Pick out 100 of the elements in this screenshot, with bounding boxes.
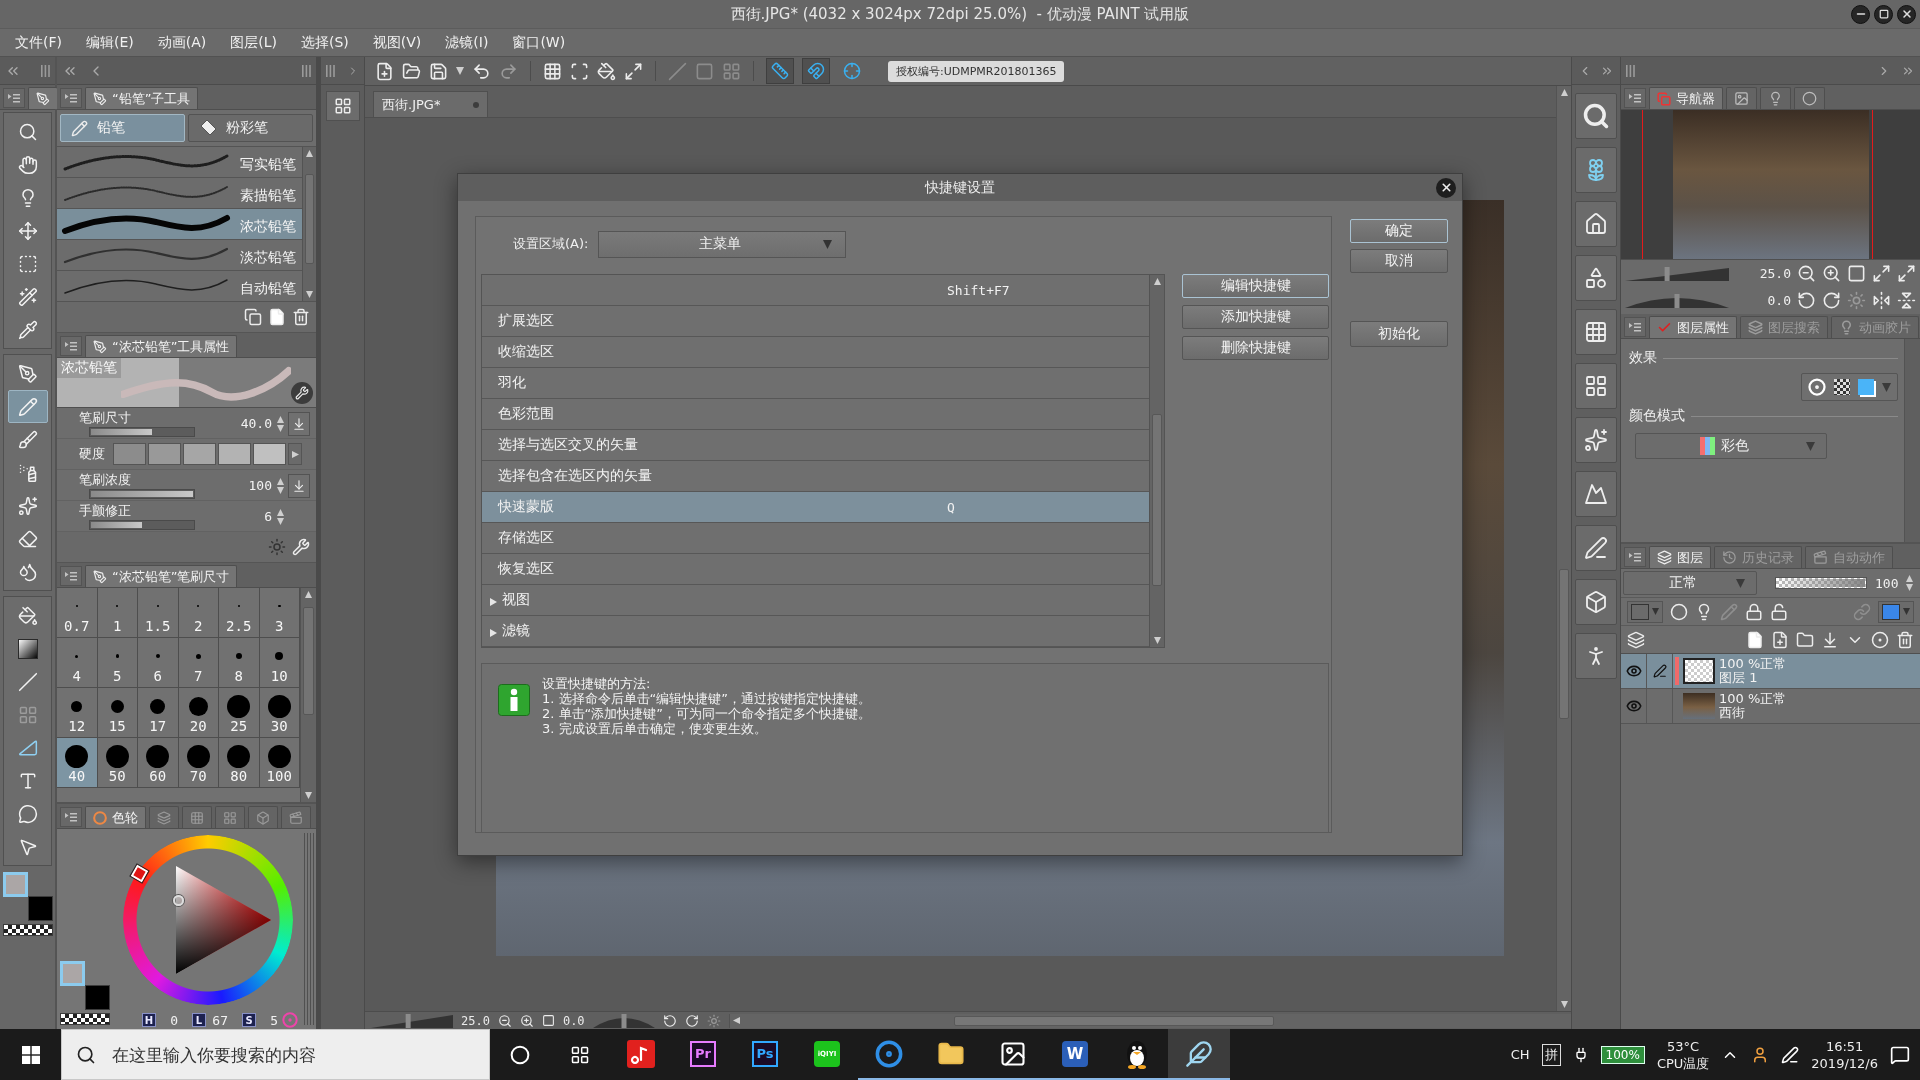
document-tab[interactable]: 西街.JPG* [373,91,488,117]
expand-arrows-icon[interactable] [1897,264,1916,283]
layer-color-select[interactable] [1878,600,1914,623]
brush-size-option[interactable]: 6 [138,638,179,688]
brush-size-option[interactable]: 70 [178,738,219,788]
palette-button[interactable] [1575,255,1617,301]
palette-button[interactable] [1575,93,1617,139]
layer-row[interactable]: 100 %正常 西街 [1621,689,1920,724]
flip-vertical-icon[interactable] [1897,291,1916,310]
palette-button[interactable] [1575,471,1617,517]
panel-menu-button[interactable] [60,88,82,108]
ime-mode-indicator[interactable]: 拼 [1541,1043,1561,1066]
panel-tab[interactable]: 图层 [1649,546,1711,568]
slider-thumb[interactable] [1674,293,1680,308]
panel-tab[interactable] [248,806,278,828]
pen-icon[interactable] [1781,1045,1800,1064]
menu-item[interactable]: 窗口(W) [500,29,578,56]
panel-tab[interactable]: “浓芯铅笔”工具属性 [85,335,238,357]
slider-track[interactable] [89,426,195,437]
brush-item[interactable]: 浓芯铅笔 [57,209,302,240]
grip-icon[interactable] [41,64,50,77]
open-folder-icon[interactable] [402,61,421,81]
blend-mode-select[interactable]: 正常 [1623,571,1757,595]
brush-size-option[interactable]: 17 [138,688,179,738]
scrollbar[interactable] [1556,86,1571,1011]
menu-item[interactable]: 视图(V) [360,29,434,56]
slider-track[interactable] [89,519,195,530]
action-button[interactable]: 删除快捷键 [1182,336,1329,360]
picker-circle-icon[interactable] [172,895,184,906]
tool-group-tab[interactable]: 铅笔 [60,114,185,142]
layer-color-select[interactable] [1627,600,1663,623]
brush-size-option[interactable]: 60 [138,738,179,788]
transparent-swatch[interactable] [3,924,53,936]
palette-button[interactable] [1575,579,1617,625]
grid-icon[interactable] [543,61,562,81]
rotate-right-icon[interactable] [1822,291,1841,310]
scroll-thumb[interactable] [1152,414,1162,586]
pressure-button[interactable] [288,411,310,436]
palette-button[interactable] [1575,147,1617,193]
scroll-thumb[interactable] [305,174,314,264]
maximize-button[interactable] [1874,4,1893,24]
panel-tab[interactable] [215,806,245,828]
palette-button[interactable] [1575,309,1617,355]
taskbar-app-button[interactable]: W [1044,1029,1106,1080]
spinner[interactable] [274,477,286,494]
battery-indicator[interactable]: 100% [1600,1045,1645,1064]
brush-size-option[interactable]: 30 [259,688,300,738]
tiles-icon[interactable] [722,61,741,81]
brush-size-option[interactable]: 80 [219,738,260,788]
copy-icon[interactable] [244,308,262,326]
menu-item[interactable]: 编辑(E) [74,29,146,56]
menu-item[interactable]: 图层(L) [218,29,289,56]
brush-size-option[interactable]: 1 [97,588,138,638]
grip-icon[interactable] [326,64,335,77]
hardness-option[interactable] [113,443,146,465]
panel-tab[interactable] [281,806,311,828]
panel-menu-button[interactable] [3,88,25,108]
taskbar-app-button[interactable] [1168,1029,1230,1080]
brush-size-option[interactable]: 2 [178,588,219,638]
hardness-option[interactable] [218,443,251,465]
brush-size-option[interactable]: 12 [57,688,98,738]
circle-dot-icon[interactable] [282,1012,298,1028]
paint-bucket-icon[interactable] [597,61,616,81]
palette-button[interactable] [1575,633,1617,679]
panel-tab[interactable]: 色轮 [85,806,146,828]
area-select[interactable]: 主菜单 [598,230,847,258]
save-icon[interactable] [429,61,448,81]
color-square-icon[interactable] [1858,379,1874,395]
panel-tab[interactable]: 图层属性 [1649,316,1737,338]
brush-size-option[interactable]: 1.5 [138,588,179,638]
action-button[interactable]: 编辑快捷键 [1182,274,1329,298]
panel-tab[interactable] [1794,87,1825,109]
palette-button[interactable] [1575,525,1617,571]
snap-toggle[interactable] [802,58,830,84]
brush-size-option[interactable]: 15 [97,688,138,738]
action-button[interactable]: 添加快捷键 [1182,305,1329,329]
reset-button[interactable]: 初始化 [1350,321,1448,347]
brush-size-option[interactable]: 20 [178,688,219,738]
menu-item[interactable]: 文件(F) [3,29,74,56]
zoom-in-icon[interactable] [519,1013,534,1028]
palette-button[interactable] [1575,201,1617,247]
slider-thumb[interactable] [1664,266,1670,281]
palette-button[interactable] [1575,363,1617,409]
brush-size-option[interactable]: 50 [97,738,138,788]
panel-tab[interactable] [149,806,179,828]
command-row[interactable]: 快速蒙版 Q [482,492,1149,523]
expand-arrows-icon[interactable] [624,61,643,81]
color-swatch[interactable] [85,985,110,1010]
layers-icon[interactable] [1627,630,1645,649]
search-input[interactable]: 在这里输入你要搜索的内容 [110,1039,489,1070]
square-icon[interactable] [1847,264,1866,283]
scrollbar[interactable] [302,147,316,301]
trash-icon[interactable] [292,308,310,326]
wrench-icon[interactable] [291,382,313,404]
menu-item[interactable]: 选择(S) [289,29,361,56]
flip-horizontal-icon[interactable] [1872,291,1891,310]
zoom-out-icon[interactable] [497,1013,512,1028]
page-icon[interactable] [1746,630,1764,649]
new-file-icon[interactable] [375,61,394,81]
rotate-left-icon[interactable] [1797,291,1816,310]
